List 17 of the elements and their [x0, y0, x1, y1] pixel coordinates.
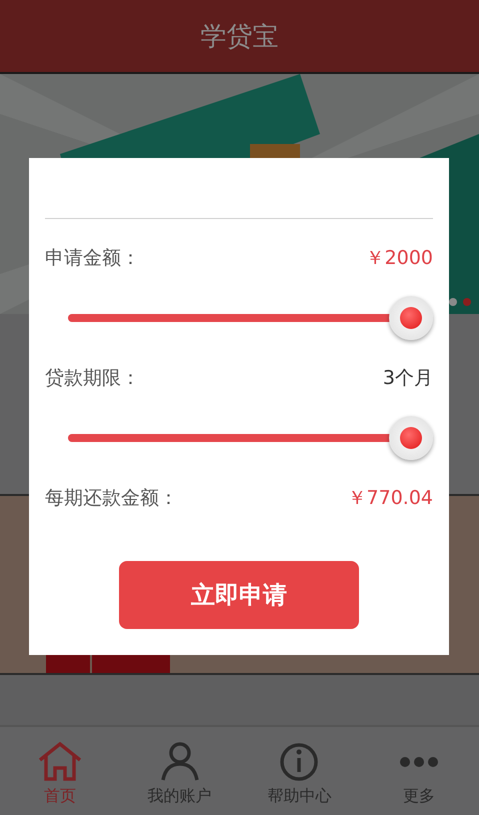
- app-title: 学贷宝: [200, 20, 278, 54]
- tab[interactable]: 首页: [0, 727, 120, 815]
- slider-thumb[interactable]: [389, 296, 433, 340]
- house-icon: [36, 742, 83, 782]
- slider-thumb[interactable]: [389, 416, 433, 460]
- field-label: 每期还款金额：: [45, 486, 178, 511]
- tab[interactable]: 更多: [359, 727, 479, 815]
- field-label: 申请金额：: [45, 246, 140, 271]
- field-value: ￥2000: [366, 246, 433, 271]
- more-icon: [400, 756, 438, 766]
- field-value: ￥770.04: [348, 486, 433, 511]
- field-label: 贷款期限：: [45, 366, 140, 391]
- tab[interactable]: 我的账户: [120, 727, 240, 815]
- field-value: 3个月: [382, 366, 433, 391]
- tile-strip: [46, 655, 90, 673]
- tab[interactable]: 帮助中心: [240, 727, 360, 815]
- apply-button[interactable]: 立即申请: [119, 561, 359, 629]
